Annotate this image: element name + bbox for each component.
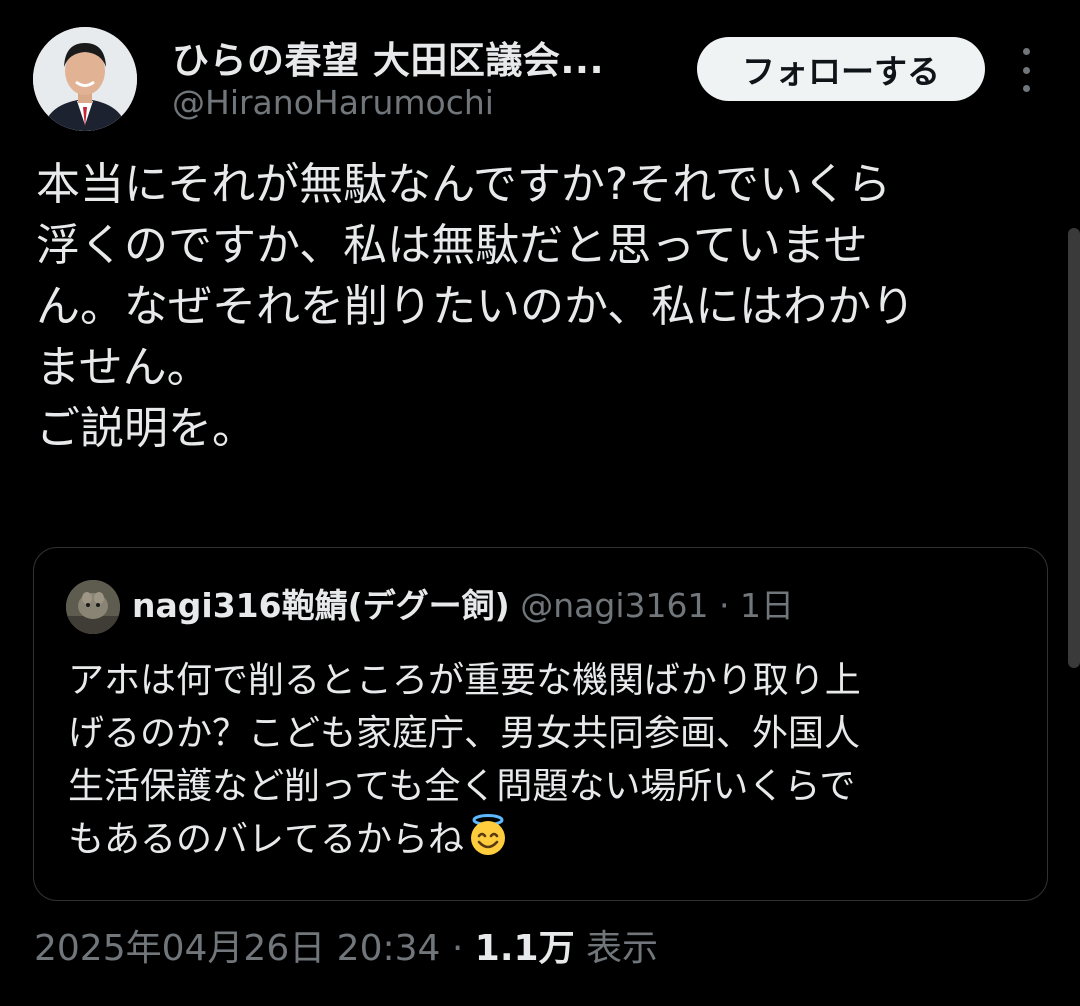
quote-separator: · [719, 586, 730, 625]
follow-button[interactable]: フォローする [697, 37, 985, 101]
tweet-line: ん。なぜそれを削りたいのか、私にはわかり [36, 281, 916, 332]
quote-text: アホは何で削るところが重要な機関ばかり取り上 げるのか？こども家庭庁、男女共同参… [68, 654, 1028, 866]
author-handle[interactable]: @HiranoHarumochi [172, 83, 494, 122]
tweet-line: 本当にそれが無駄なんですか?それでいくら [36, 159, 891, 210]
smiling-face-with-halo-icon [466, 813, 510, 872]
quote-line: げるのか？こども家庭庁、男女共同参画、外国人 [68, 713, 861, 754]
author-display-name[interactable]: ひらの春望 大田区議会... [172, 30, 604, 84]
views-count[interactable]: 1.1万 [475, 928, 575, 969]
quote-timestamp[interactable]: 1日 [740, 586, 794, 625]
more-vertical-icon[interactable] [1014, 48, 1038, 92]
more-dot [1022, 85, 1030, 92]
views-label: 表示 [586, 928, 659, 969]
quote-tweet-card[interactable]: nagi316鞄鯖(デグー飼) @nagi3161 · 1日 アホは何で削るとこ… [33, 547, 1048, 901]
tweet-detail: ひらの春望 大田区議会... @HiranoHarumochi フォローする 本… [0, 0, 1080, 1006]
quote-line: もあるのバレてるからね [68, 813, 1028, 866]
tweet-line: 浮くのですか、私は無駄だと思っていませ [36, 220, 868, 271]
author-avatar-image [33, 27, 137, 131]
tweet-timestamp[interactable]: 2025年04月26日 20:34 [34, 928, 440, 969]
quote-avatar-image [66, 580, 120, 634]
more-dot [1022, 48, 1030, 55]
quote-line: 生活保護など削っても全く問題ない場所いくらで [68, 766, 856, 807]
quote-header: nagi316鞄鯖(デグー飼) @nagi3161 · 1日 [132, 582, 794, 630]
quote-line: アホは何で削るところが重要な機関ばかり取り上 [68, 660, 861, 701]
quote-author-name[interactable]: nagi316鞄鯖(デグー飼) [132, 586, 510, 625]
author-avatar[interactable] [33, 27, 137, 131]
tweet-meta: 2025年04月26日 20:34 · 1.1万 表示 [34, 922, 658, 976]
quote-author-avatar[interactable] [66, 580, 120, 634]
meta-separator: · [451, 928, 464, 969]
tweet-line: ません。 [36, 342, 211, 393]
quote-line-text: もあるのバレてるからね [68, 819, 465, 860]
tweet-text: 本当にそれが無駄なんですか?それでいくら 浮くのですか、私は無駄だと思っていませ… [36, 154, 1046, 459]
more-dot [1022, 66, 1030, 74]
tweet-line: ご説明を。 [36, 403, 256, 454]
quote-author-handle[interactable]: @nagi3161 [520, 586, 708, 625]
scrollbar-thumb[interactable] [1068, 228, 1080, 668]
